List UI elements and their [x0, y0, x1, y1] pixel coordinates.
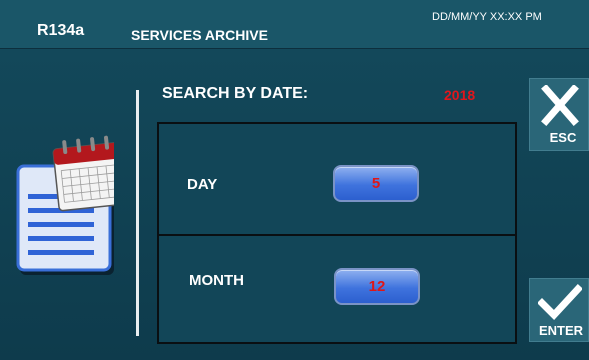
datetime-display: DD/MM/YY XX:XX PM — [432, 11, 542, 23]
app-name: R134a — [37, 22, 85, 39]
vertical-divider — [136, 90, 139, 336]
header-bar: R134a SERVICES ARCHIVE DD/MM/YY XX:XX PM — [0, 0, 589, 49]
search-by-date-label: SEARCH BY DATE: — [162, 85, 309, 102]
esc-button[interactable]: ESC — [529, 78, 589, 151]
day-value-button[interactable]: 5 — [333, 165, 419, 202]
month-label: MONTH — [189, 272, 244, 289]
enter-label: ENTER — [538, 323, 584, 338]
esc-label: ESC — [549, 130, 577, 145]
date-fields-panel: DAY 5 MONTH 12 — [157, 122, 517, 344]
close-icon — [541, 85, 579, 126]
screen-title: SERVICES ARCHIVE — [131, 27, 268, 43]
month-value-button[interactable]: 12 — [334, 268, 420, 305]
year-value[interactable]: 2018 — [444, 87, 475, 103]
checkmark-icon — [538, 284, 582, 321]
row-divider — [159, 234, 515, 236]
day-label: DAY — [187, 176, 218, 193]
enter-button[interactable]: ENTER — [529, 278, 589, 342]
calendar-document-icon — [16, 135, 114, 275]
